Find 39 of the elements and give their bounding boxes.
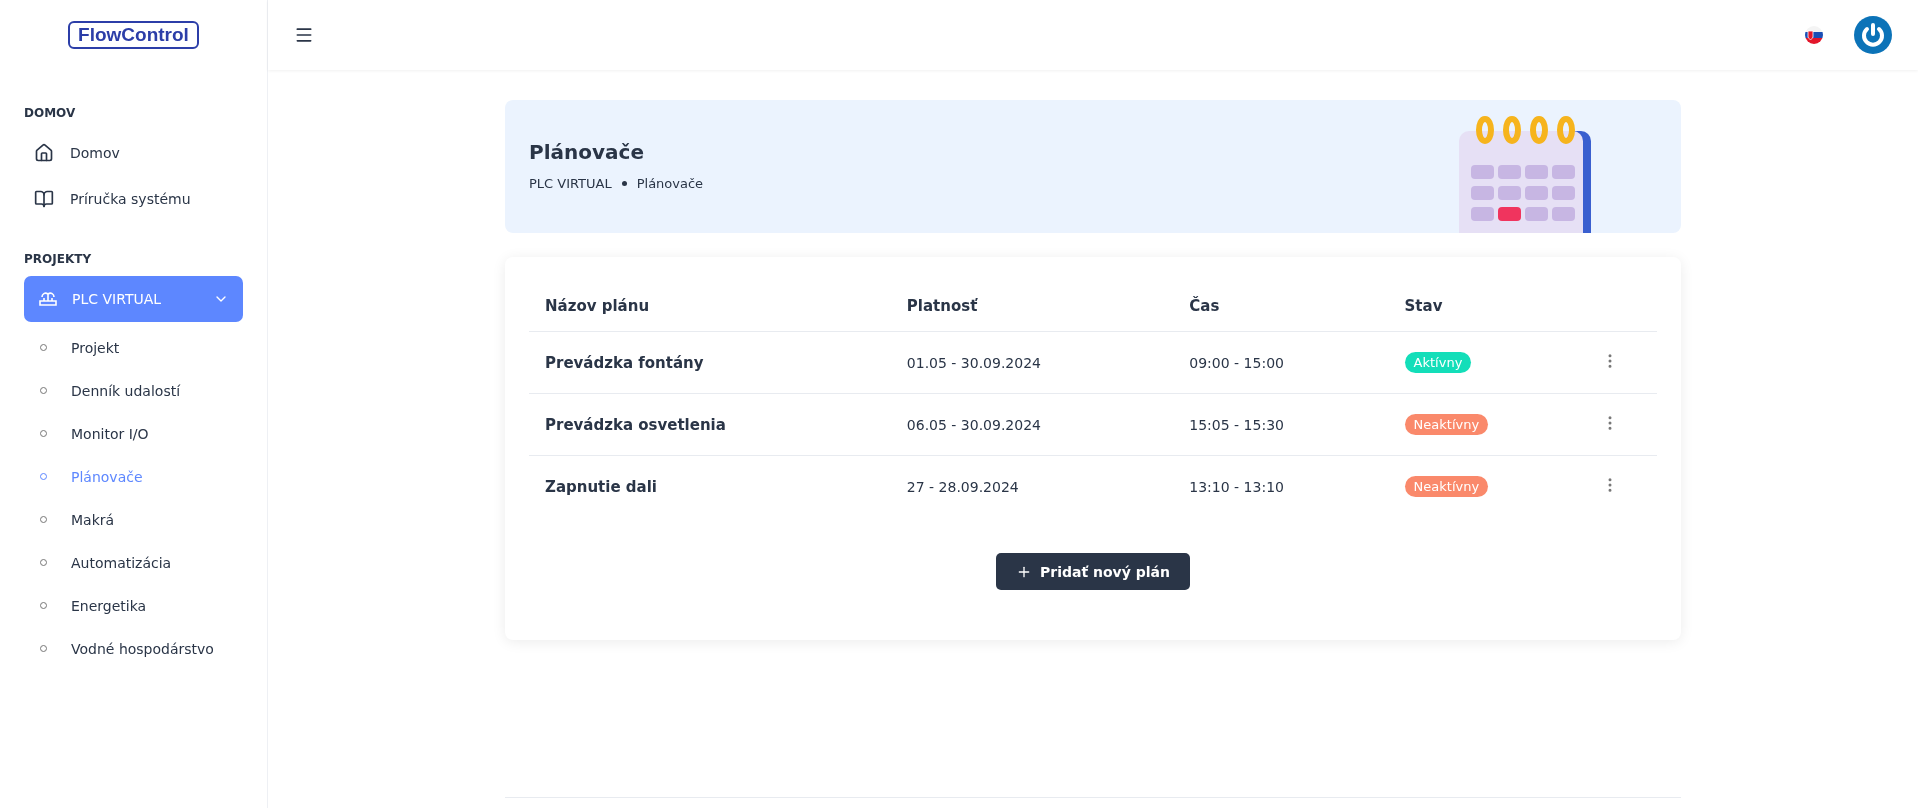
nav-item[interactable]: Projekt	[24, 326, 243, 369]
section-title: DOMOV	[24, 106, 77, 120]
table-cell: 09:00 - 15:00	[1173, 331, 1389, 394]
add-plan-button[interactable]: Pridať nový plán	[996, 553, 1190, 590]
book-icon	[34, 189, 54, 209]
nav-item[interactable]: Denník udalostí	[24, 369, 243, 412]
column-header: Názov plánu	[529, 281, 891, 332]
flag-icon[interactable]	[1804, 25, 1824, 45]
home-icon	[34, 143, 54, 163]
status-badge: Aktívny	[1404, 352, 1472, 373]
breadcrumb-item[interactable]: PLC VIRTUAL	[529, 176, 612, 191]
table-cell: 15:05 - 15:30	[1173, 393, 1389, 456]
bullet-icon	[621, 181, 627, 186]
section-title: PROJEKTY	[24, 252, 93, 266]
table-cell: Prevádzka fontány	[529, 331, 891, 394]
column-header: Platnosť	[890, 281, 1174, 332]
column-header: Čas	[1173, 281, 1389, 332]
table-cell: Zapnutie dali	[529, 455, 891, 517]
nav-item[interactable]: Domov	[24, 130, 243, 176]
status-badge: Neaktívny	[1404, 414, 1489, 435]
nav-item[interactable]: Vodné hospodárstvo	[24, 627, 243, 670]
menu-icon[interactable]	[294, 25, 314, 45]
page-title: Plánovače	[529, 140, 645, 164]
logo[interactable]: FlowControl	[68, 21, 199, 49]
nav-item[interactable]: Monitor I/O	[24, 412, 243, 455]
table-cell: 01.05 - 30.09.2024	[890, 331, 1174, 394]
fountain-icon	[38, 290, 58, 308]
table-cell: 27 - 28.09.2024	[890, 455, 1174, 517]
breadcrumb-item: Plánovače	[636, 176, 704, 191]
status-badge: Neaktívny	[1404, 476, 1489, 497]
table-cell: 13:10 - 13:10	[1173, 455, 1389, 517]
table-cell: 06.05 - 30.09.2024	[890, 393, 1174, 456]
nav-item[interactable]: Makrá	[24, 498, 243, 541]
column-header: Stav	[1388, 281, 1585, 332]
nav-item[interactable]: Príručka systému	[24, 176, 243, 222]
nav-item[interactable]: Energetika	[24, 584, 243, 627]
table-cell: Prevádzka osvetlenia	[529, 393, 891, 456]
power-icon[interactable]	[1854, 16, 1892, 54]
nav-item[interactable]: Automatizácia	[24, 541, 243, 584]
